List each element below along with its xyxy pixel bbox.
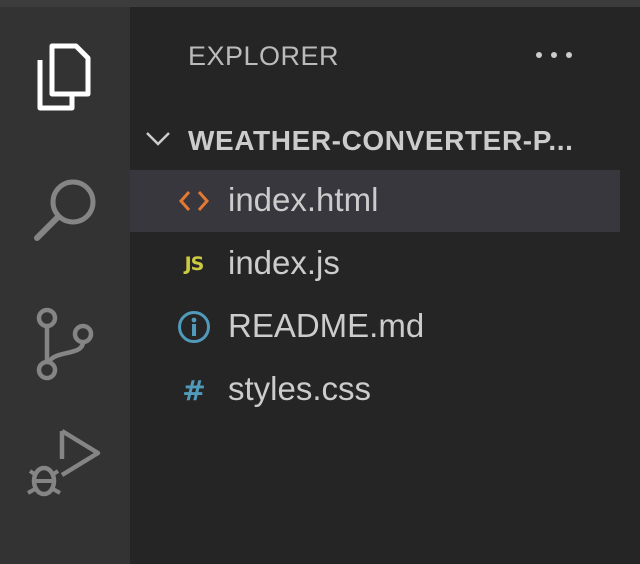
activity-run-debug[interactable] — [0, 421, 130, 551]
activity-source-control[interactable] — [0, 279, 130, 409]
file-item-styles-css[interactable]: # styles.css — [130, 359, 620, 421]
activity-explorer[interactable] — [0, 11, 130, 141]
info-icon — [174, 296, 214, 358]
file-label: index.html — [228, 181, 379, 218]
folder-header[interactable]: WEATHER-CONVERTER-P... — [130, 111, 640, 171]
more-actions-button[interactable] — [526, 35, 582, 75]
html-icon — [174, 170, 214, 232]
explorer-sidebar: EXPLORER WEATHER-CONVERTER-P... index.ht… — [130, 7, 640, 564]
title-bar-strip — [0, 0, 640, 7]
file-label: styles.css — [228, 370, 372, 407]
js-icon: JS — [184, 253, 205, 275]
search-icon — [34, 179, 96, 241]
file-label: README.md — [228, 307, 425, 344]
chevron-down-icon — [146, 132, 170, 146]
files-icon — [37, 43, 91, 111]
file-item-index-js[interactable]: JS index.js — [130, 233, 620, 295]
activity-search[interactable] — [0, 145, 130, 275]
css-icon: # — [182, 373, 206, 407]
source-control-icon — [36, 307, 94, 381]
activity-bar — [0, 7, 130, 564]
file-item-readme-md[interactable]: README.md — [130, 296, 620, 358]
ellipsis-icon — [536, 52, 572, 58]
file-item-index-html[interactable]: index.html — [130, 170, 620, 232]
run-debug-icon — [27, 429, 101, 497]
file-label: index.js — [228, 244, 340, 281]
explorer-title: EXPLORER — [188, 41, 340, 71]
folder-name: WEATHER-CONVERTER-P... — [188, 125, 574, 156]
